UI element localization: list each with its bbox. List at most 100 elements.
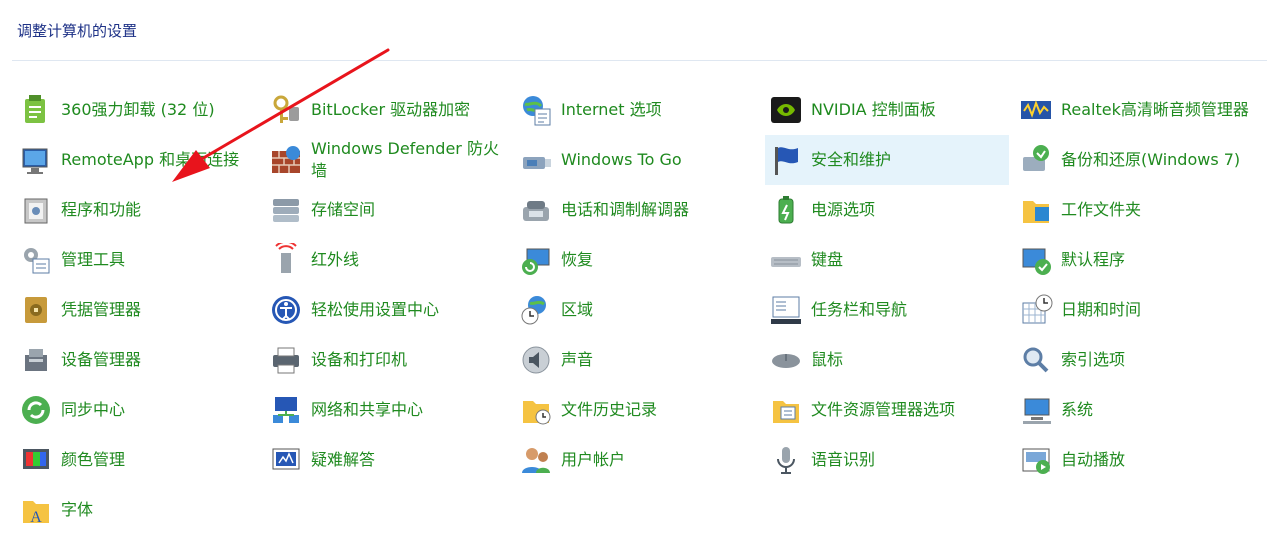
control-panel-item-label: 轻松使用设置中心: [311, 300, 440, 319]
infrared-icon: [269, 243, 303, 277]
control-panel-item[interactable]: BitLocker 驱动器加密: [265, 85, 509, 135]
control-panel-item[interactable]: 日期和时间: [1015, 285, 1259, 335]
control-panel-item[interactable]: 电源选项: [765, 185, 1009, 235]
control-panel-item[interactable]: 默认程序: [1015, 235, 1259, 285]
storage-spaces-icon: [269, 193, 303, 227]
keyboard-icon: [769, 243, 803, 277]
control-panel-item[interactable]: 恢复: [515, 235, 759, 285]
control-panel-item[interactable]: 任务栏和导航: [765, 285, 1009, 335]
troubleshooting-icon: [269, 443, 303, 477]
ease-of-access-icon: [269, 293, 303, 327]
control-panel-item[interactable]: RemoteApp 和桌面连接: [15, 135, 259, 185]
svg-text:A: A: [30, 509, 42, 526]
power-options-icon: [769, 193, 803, 227]
control-panel-item[interactable]: 红外线: [265, 235, 509, 285]
color-management-icon: [19, 443, 53, 477]
admin-tools-icon: [19, 243, 53, 277]
control-panel-item[interactable]: 文件资源管理器选项: [765, 385, 1009, 435]
control-panel-item[interactable]: Realtek高清晰音频管理器: [1015, 85, 1259, 135]
control-panel-item[interactable]: 区域: [515, 285, 759, 335]
control-panel-item[interactable]: NVIDIA 控制面板: [765, 85, 1009, 135]
control-panel-item-label: Realtek高清晰音频管理器: [1061, 100, 1249, 119]
indexing-icon: [1019, 343, 1053, 377]
usb-drive-icon: [519, 143, 553, 177]
control-panel-item-label: 疑难解答: [311, 450, 376, 469]
internet-options-icon: [519, 93, 553, 127]
control-panel-item-label: 日期和时间: [1061, 300, 1142, 319]
sound-icon: [519, 343, 553, 377]
date-time-icon: [1019, 293, 1053, 327]
mouse-icon: [769, 343, 803, 377]
control-panel-item-label: 自动播放: [1061, 450, 1126, 469]
control-panel-item[interactable]: 360强力卸载 (32 位): [15, 85, 259, 135]
control-panel-item[interactable]: 工作文件夹: [1015, 185, 1259, 235]
control-panel-item-label: Windows Defender 防火墙: [311, 139, 499, 180]
page-title: 调整计算机的设置: [17, 22, 138, 40]
nvidia-icon: [769, 93, 803, 127]
control-panel-item[interactable]: 程序和功能: [15, 185, 259, 235]
control-panel-item[interactable]: A 字体: [15, 485, 259, 535]
control-panel-item-label: 同步中心: [61, 400, 126, 419]
header-divider: [12, 60, 1267, 61]
work-folders-icon: [1019, 193, 1053, 227]
control-panel-item[interactable]: Windows Defender 防火墙: [265, 135, 509, 185]
control-panel-item[interactable]: 自动播放: [1015, 435, 1259, 485]
control-panel-item-label: BitLocker 驱动器加密: [311, 100, 471, 119]
control-panel-item[interactable]: 安全和维护: [765, 135, 1009, 185]
fonts-icon: A: [19, 493, 53, 527]
control-panel-item-label: 程序和功能: [61, 200, 142, 219]
control-panel-item-label: 索引选项: [1061, 350, 1126, 369]
control-panel-item[interactable]: 管理工具: [15, 235, 259, 285]
control-panel-item-label: 存储空间: [311, 200, 376, 219]
control-panel-item[interactable]: 轻松使用设置中心: [265, 285, 509, 335]
control-panel-item[interactable]: Internet 选项: [515, 85, 759, 135]
control-panel-item[interactable]: 索引选项: [1015, 335, 1259, 385]
control-panel-item[interactable]: 存储空间: [265, 185, 509, 235]
realtek-audio-icon: [1019, 93, 1053, 127]
control-panel-item-label: 红外线: [311, 250, 360, 269]
control-panel-item-label: 语音识别: [811, 450, 876, 469]
control-panel-item[interactable]: 电话和调制解调器: [515, 185, 759, 235]
control-panel-item[interactable]: 文件历史记录: [515, 385, 759, 435]
control-panel-item-label: 电源选项: [811, 200, 876, 219]
control-panel-item[interactable]: 网络和共享中心: [265, 385, 509, 435]
control-panel-item-label: 电话和调制解调器: [561, 200, 690, 219]
control-panel-item-label: 键盘: [811, 250, 844, 269]
control-panel-item-label: 凭据管理器: [61, 300, 142, 319]
control-panel-item[interactable]: 同步中心: [15, 385, 259, 435]
security-flag-icon: [769, 143, 803, 177]
control-panel-item[interactable]: 系统: [1015, 385, 1259, 435]
backup-icon: [1019, 143, 1053, 177]
control-panel-item-label: 字体: [61, 500, 94, 519]
control-panel-item-label: 备份和还原(Windows 7): [1061, 150, 1241, 169]
firewall-icon: [269, 143, 303, 177]
bitlocker-key-icon: [269, 93, 303, 127]
control-panel-item-label: 用户帐户: [561, 450, 626, 469]
control-panel-item[interactable]: 语音识别: [765, 435, 1009, 485]
control-panel-item[interactable]: 备份和还原(Windows 7): [1015, 135, 1259, 185]
control-panel-item[interactable]: 声音: [515, 335, 759, 385]
control-panel-item-label: 鼠标: [811, 350, 844, 369]
control-panel-item-label: 文件历史记录: [561, 400, 658, 419]
network-icon: [269, 393, 303, 427]
speech-icon: [769, 443, 803, 477]
control-panel-item[interactable]: 鼠标: [765, 335, 1009, 385]
control-panel-item-label: 网络和共享中心: [311, 400, 424, 419]
programs-icon: [19, 193, 53, 227]
control-panel-item[interactable]: 凭据管理器: [15, 285, 259, 335]
printer-icon: [269, 343, 303, 377]
explorer-options-icon: [769, 393, 803, 427]
phone-modem-icon: [519, 193, 553, 227]
control-panel-item-label: RemoteApp 和桌面连接: [61, 150, 240, 169]
control-panel-item[interactable]: Windows To Go: [515, 135, 759, 185]
control-panel-item[interactable]: 用户帐户: [515, 435, 759, 485]
control-panel-item-label: 工作文件夹: [1061, 200, 1142, 219]
control-panel-item[interactable]: 颜色管理: [15, 435, 259, 485]
system-icon: [1019, 393, 1053, 427]
control-panel-item-label: 任务栏和导航: [811, 300, 908, 319]
control-panel-item[interactable]: 键盘: [765, 235, 1009, 285]
control-panel-item[interactable]: 疑难解答: [265, 435, 509, 485]
control-panel-item[interactable]: 设备和打印机: [265, 335, 509, 385]
control-panel-item[interactable]: 设备管理器: [15, 335, 259, 385]
control-panel-item-label: 颜色管理: [61, 450, 126, 469]
